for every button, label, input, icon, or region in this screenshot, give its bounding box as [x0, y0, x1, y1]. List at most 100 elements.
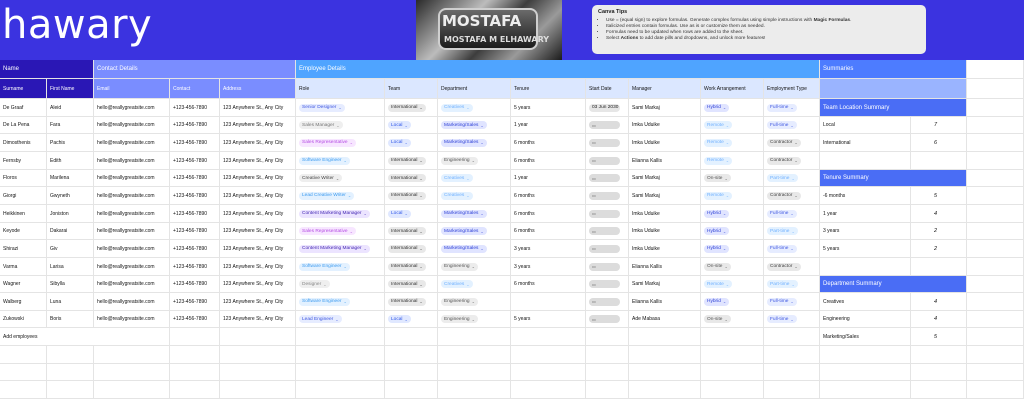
cell-role[interactable]: Sales Manager ⌄: [296, 117, 385, 134]
empty-cell[interactable]: [385, 328, 438, 346]
work-dropdown-pill[interactable]: Hybrid ⌄: [704, 103, 730, 112]
empty-date-pill[interactable]: ▭: [589, 315, 620, 323]
empty-cell[interactable]: [47, 346, 94, 364]
empty-cell[interactable]: [701, 381, 764, 399]
cell-emp[interactable]: Contractor ⌄: [764, 187, 820, 205]
column-header-role[interactable]: Role: [296, 79, 385, 99]
emp-dropdown-pill[interactable]: Full-time ⌄: [767, 209, 797, 218]
cell-surname[interactable]: Zukowski: [0, 311, 47, 328]
dept-dropdown-pill[interactable]: Marketing/Sales ⌄: [441, 244, 487, 253]
empty-cell[interactable]: [586, 346, 629, 364]
cell-address[interactable]: 123 Anywhere St., Any City: [220, 99, 296, 117]
cell-address[interactable]: 123 Anywhere St., Any City: [220, 311, 296, 328]
emp-dropdown-pill[interactable]: Part-time ⌄: [767, 280, 798, 288]
summary-label[interactable]: Marketing/Sales: [820, 328, 911, 346]
empty-cell[interactable]: [170, 346, 220, 364]
team-dropdown-pill[interactable]: International ⌄: [388, 103, 426, 112]
cell-team[interactable]: Local ⌄: [385, 205, 438, 223]
team-dropdown-pill[interactable]: Local ⌄: [388, 209, 411, 218]
empty-cell[interactable]: [967, 170, 1024, 187]
cell-surname[interactable]: Varma: [0, 258, 47, 276]
cell-dept[interactable]: Creatives ⌄: [438, 276, 511, 293]
cell-email[interactable]: hello@reallygreatsite.com: [94, 117, 170, 134]
cell-tenure[interactable]: 1 year: [511, 117, 586, 134]
cell-start[interactable]: ▭: [586, 258, 629, 276]
empty-cell[interactable]: [438, 346, 511, 364]
cell-team[interactable]: Local ⌄: [385, 311, 438, 328]
dept-dropdown-pill[interactable]: Marketing/Sales ⌄: [441, 209, 487, 218]
cell-surname[interactable]: Dimosthenis: [0, 134, 47, 152]
cell-work[interactable]: Remote ⌄: [701, 276, 764, 293]
cell-work[interactable]: Hybrid ⌄: [701, 99, 764, 117]
summary-value[interactable]: 6: [911, 134, 967, 152]
cell-contact[interactable]: +123-456-7890: [170, 240, 220, 258]
role-dropdown-pill[interactable]: Content Marketing Manager ⌄: [299, 209, 370, 218]
work-dropdown-pill[interactable]: Hybrid ⌄: [704, 244, 730, 253]
cell-first[interactable]: Pachis: [47, 134, 94, 152]
empty-cell[interactable]: [764, 381, 820, 399]
empty-cell[interactable]: [967, 79, 1024, 99]
cell-first[interactable]: Giv: [47, 240, 94, 258]
empty-cell[interactable]: [47, 381, 94, 399]
empty-cell[interactable]: [967, 328, 1024, 346]
cell-manager[interactable]: Elianna Kallis: [629, 293, 701, 311]
empty-cell[interactable]: [47, 364, 94, 381]
empty-cell[interactable]: [629, 381, 701, 399]
cell-first[interactable]: Dakarai: [47, 223, 94, 240]
work-dropdown-pill[interactable]: Remote ⌄: [704, 191, 733, 200]
cell-address[interactable]: 123 Anywhere St., Any City: [220, 170, 296, 187]
cell-email[interactable]: hello@reallygreatsite.com: [94, 134, 170, 152]
cell-dept[interactable]: Creatives ⌄: [438, 187, 511, 205]
empty-cell[interactable]: [820, 364, 911, 381]
role-dropdown-pill[interactable]: Software Engineer ⌄: [299, 156, 350, 165]
dept-dropdown-pill[interactable]: Marketing/Sales ⌄: [441, 227, 487, 235]
cell-address[interactable]: 123 Anywhere St., Any City: [220, 223, 296, 240]
summary-value[interactable]: 2: [911, 223, 967, 240]
cell-dept[interactable]: Engineering ⌄: [438, 311, 511, 328]
role-dropdown-pill[interactable]: Sales Representative ⌄: [299, 227, 356, 235]
empty-cell[interactable]: [967, 364, 1024, 381]
cell-contact[interactable]: +123-456-7890: [170, 258, 220, 276]
cell-emp[interactable]: Full-time ⌄: [764, 240, 820, 258]
cell-emp[interactable]: Contractor ⌄: [764, 134, 820, 152]
role-dropdown-pill[interactable]: Software Engineer ⌄: [299, 262, 350, 271]
emp-dropdown-pill[interactable]: Contractor ⌄: [767, 138, 801, 147]
empty-cell[interactable]: [385, 346, 438, 364]
empty-cell[interactable]: [629, 346, 701, 364]
cell-start[interactable]: ▭: [586, 117, 629, 134]
empty-cell[interactable]: [511, 328, 586, 346]
cell-email[interactable]: hello@reallygreatsite.com: [94, 311, 170, 328]
cell-address[interactable]: 123 Anywhere St., Any City: [220, 276, 296, 293]
role-dropdown-pill[interactable]: Sales Representative ⌄: [299, 138, 356, 147]
team-dropdown-pill[interactable]: International ⌄: [388, 280, 426, 288]
cell-dept[interactable]: Marketing/Sales ⌄: [438, 134, 511, 152]
cell-email[interactable]: hello@reallygreatsite.com: [94, 152, 170, 170]
cell-contact[interactable]: +123-456-7890: [170, 311, 220, 328]
role-dropdown-pill[interactable]: Lead Engineer ⌄: [299, 315, 342, 323]
empty-cell[interactable]: [385, 364, 438, 381]
cell-contact[interactable]: +123-456-7890: [170, 134, 220, 152]
column-header-department[interactable]: Department: [438, 79, 511, 99]
empty-cell[interactable]: [911, 364, 967, 381]
empty-cell[interactable]: [967, 240, 1024, 258]
summary-label[interactable]: -6 months: [820, 187, 911, 205]
cell-contact[interactable]: +123-456-7890: [170, 223, 220, 240]
column-header-employment-type[interactable]: Employment Type: [764, 79, 820, 99]
empty-cell[interactable]: [170, 381, 220, 399]
dept-dropdown-pill[interactable]: Creatives ⌄: [441, 174, 473, 182]
empty-cell[interactable]: [967, 311, 1024, 328]
summary-label[interactable]: 3 years: [820, 223, 911, 240]
cell-manager[interactable]: Imka Uduike: [629, 205, 701, 223]
empty-cell[interactable]: [820, 258, 911, 276]
cell-tenure[interactable]: 6 months: [511, 187, 586, 205]
cell-emp[interactable]: Contractor ⌄: [764, 258, 820, 276]
cell-email[interactable]: hello@reallygreatsite.com: [94, 293, 170, 311]
work-dropdown-pill[interactable]: Remote ⌄: [704, 121, 733, 129]
cell-surname[interactable]: Wagner: [0, 276, 47, 293]
cell-tenure[interactable]: 3 years: [511, 258, 586, 276]
cell-tenure[interactable]: 6 months: [511, 205, 586, 223]
empty-cell[interactable]: [701, 364, 764, 381]
empty-cell[interactable]: [511, 381, 586, 399]
summary-value[interactable]: 2: [911, 240, 967, 258]
empty-cell[interactable]: [586, 328, 629, 346]
